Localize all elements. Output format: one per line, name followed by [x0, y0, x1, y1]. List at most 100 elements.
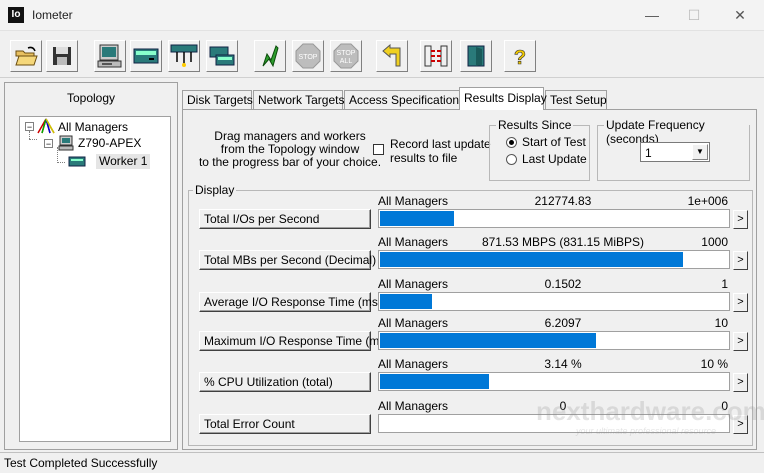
exit-icon — [467, 45, 485, 67]
drag-instructions: Drag managers and workers from the Topol… — [197, 130, 383, 169]
exit-button[interactable] — [460, 40, 492, 72]
progress-bar — [378, 331, 730, 350]
help-button[interactable]: ? — [504, 40, 536, 72]
topology-title: Topology — [66, 91, 116, 105]
metric-target-label: All Managers — [378, 235, 449, 249]
progress-bar-fill — [380, 374, 489, 389]
tree-item-manager[interactable]: Z790-APEX — [78, 136, 141, 151]
metric-select-button[interactable]: Total I/Os per Second — [199, 209, 371, 229]
new-manager-button[interactable] — [94, 40, 126, 72]
reset-workers-icon — [382, 44, 401, 67]
last-update-label: Last Update — [522, 152, 587, 166]
results-since-group: Results Since Start of Test Last Update — [489, 118, 590, 181]
tree-connector — [57, 162, 65, 163]
save-disk-icon — [53, 47, 71, 65]
metric-max-value: 10 — [714, 316, 728, 330]
metric-select-button[interactable]: Total Error Count — [199, 414, 371, 434]
metric-target-arrow-button[interactable]: > — [733, 332, 748, 351]
metric-value: 871.53 MBPS (831.15 MiBPS) — [481, 235, 645, 249]
nexthardware-watermark: nexthardware.com your ultimate professio… — [536, 396, 764, 436]
new-network-worker-button[interactable] — [168, 40, 200, 72]
all-managers-icon — [37, 118, 55, 134]
tree-collapse-manager[interactable]: − — [44, 139, 53, 149]
new-disk-worker-button[interactable] — [130, 40, 162, 72]
start-of-test-radio[interactable] — [506, 137, 517, 148]
new-manager-icon — [97, 44, 122, 68]
tree-item-all-managers[interactable]: All Managers — [58, 120, 128, 135]
status-bar: Test Completed Successfully — [0, 452, 764, 473]
metric-target-label: All Managers — [378, 316, 449, 330]
tab-network-targets[interactable]: Network Targets — [253, 90, 344, 109]
stop-button[interactable]: STOP — [292, 40, 324, 72]
metric-target-label: All Managers — [378, 399, 449, 413]
metric-select-button[interactable]: Maximum I/O Response Time (ms) — [199, 331, 389, 351]
metric-target-label: All Managers — [378, 194, 449, 208]
start-tests-button[interactable] — [254, 40, 286, 72]
svg-text:STOP: STOP — [299, 54, 318, 61]
results-since-title: Results Since — [496, 118, 574, 132]
tree-connector — [29, 131, 30, 139]
toolbar: STOP STOP ALL ? — [0, 31, 764, 78]
open-config-button[interactable] — [10, 40, 42, 72]
watermark-tagline: your ultimate professional resource — [575, 426, 716, 436]
disconnect-manager-button[interactable] — [420, 40, 452, 72]
close-button[interactable]: ✕ — [730, 6, 750, 24]
metric-target-arrow-button[interactable]: > — [733, 293, 748, 312]
tab-results-display[interactable]: Results Display — [459, 87, 547, 110]
watermark-brand: nexthardware.com — [536, 396, 764, 426]
title-bar: Io Iometer — ☐ ✕ — [0, 0, 764, 31]
maximize-button[interactable]: ☐ — [684, 6, 704, 24]
progress-bar — [378, 250, 730, 269]
metric-select-button[interactable]: Average I/O Response Time (ms) — [199, 292, 382, 312]
metric-select-button[interactable]: Total MBs per Second (Decimal) — [199, 250, 376, 270]
metric-value: 0.1502 — [544, 277, 582, 291]
update-frequency-select[interactable]: 1 ▼ — [640, 142, 710, 162]
tree-collapse-all-managers[interactable]: − — [25, 122, 34, 132]
disconnect-manager-icon — [424, 45, 448, 67]
start-tests-icon — [262, 45, 279, 68]
tab-test-setup[interactable]: Test Setup — [545, 90, 607, 109]
status-text: Test Completed Successfully — [4, 456, 158, 470]
tab-access-specifications[interactable]: Access Specifications — [344, 90, 465, 109]
metric-select-button[interactable]: % CPU Utilization (total) — [199, 372, 371, 392]
progress-bar-fill — [380, 294, 432, 309]
duplicate-worker-icon — [209, 46, 235, 66]
topology-tree[interactable]: − All Managers − Z790-APEX Worker 1 — [19, 116, 171, 442]
record-last-update-label: Record last update results to file — [390, 137, 491, 165]
save-config-button[interactable] — [46, 40, 78, 72]
drag-instructions-line: to the progress bar of your choice. — [198, 155, 382, 169]
topology-panel: Topology − All Managers − Z790-APEX Work… — [4, 82, 178, 450]
metric-max-value: 1 — [721, 277, 728, 291]
disk-worker-icon — [68, 156, 86, 167]
tree-connector — [29, 139, 37, 140]
metric-target-arrow-button[interactable]: > — [733, 251, 748, 270]
help-icon: ? — [514, 47, 527, 68]
metric-value: 6.2097 — [544, 316, 582, 330]
record-last-update-checkbox[interactable] — [373, 144, 384, 155]
metric-value: 3.14 % — [544, 357, 582, 371]
metric-max-value: 1000 — [701, 235, 728, 249]
metric-value: 212774.83 — [534, 194, 592, 208]
update-frequency-value: 1 — [645, 146, 652, 160]
reset-workers-button[interactable] — [376, 40, 408, 72]
progress-bar — [378, 292, 730, 311]
stop-all-button[interactable]: STOP ALL — [330, 40, 362, 72]
tab-disk-targets[interactable]: Disk Targets — [182, 90, 253, 109]
tree-item-worker[interactable]: Worker 1 — [96, 154, 151, 169]
last-update-radio[interactable] — [506, 154, 517, 165]
open-folder-icon — [15, 46, 38, 66]
progress-bar — [378, 209, 730, 228]
svg-text:ALL: ALL — [340, 58, 353, 65]
chevron-down-icon[interactable]: ▼ — [692, 144, 708, 160]
window-title: Iometer — [32, 8, 73, 22]
new-network-worker-icon — [170, 44, 198, 67]
progress-bar-fill — [380, 252, 683, 267]
stop-all-icon: STOP ALL — [333, 43, 359, 69]
metric-target-label: All Managers — [378, 357, 449, 371]
progress-bar-fill — [380, 211, 454, 226]
duplicate-worker-button[interactable] — [206, 40, 238, 72]
record-label-line: results to file — [390, 151, 458, 165]
metric-target-arrow-button[interactable]: > — [733, 210, 748, 229]
minimize-button[interactable]: — — [642, 6, 662, 24]
display-title: Display — [193, 183, 237, 197]
